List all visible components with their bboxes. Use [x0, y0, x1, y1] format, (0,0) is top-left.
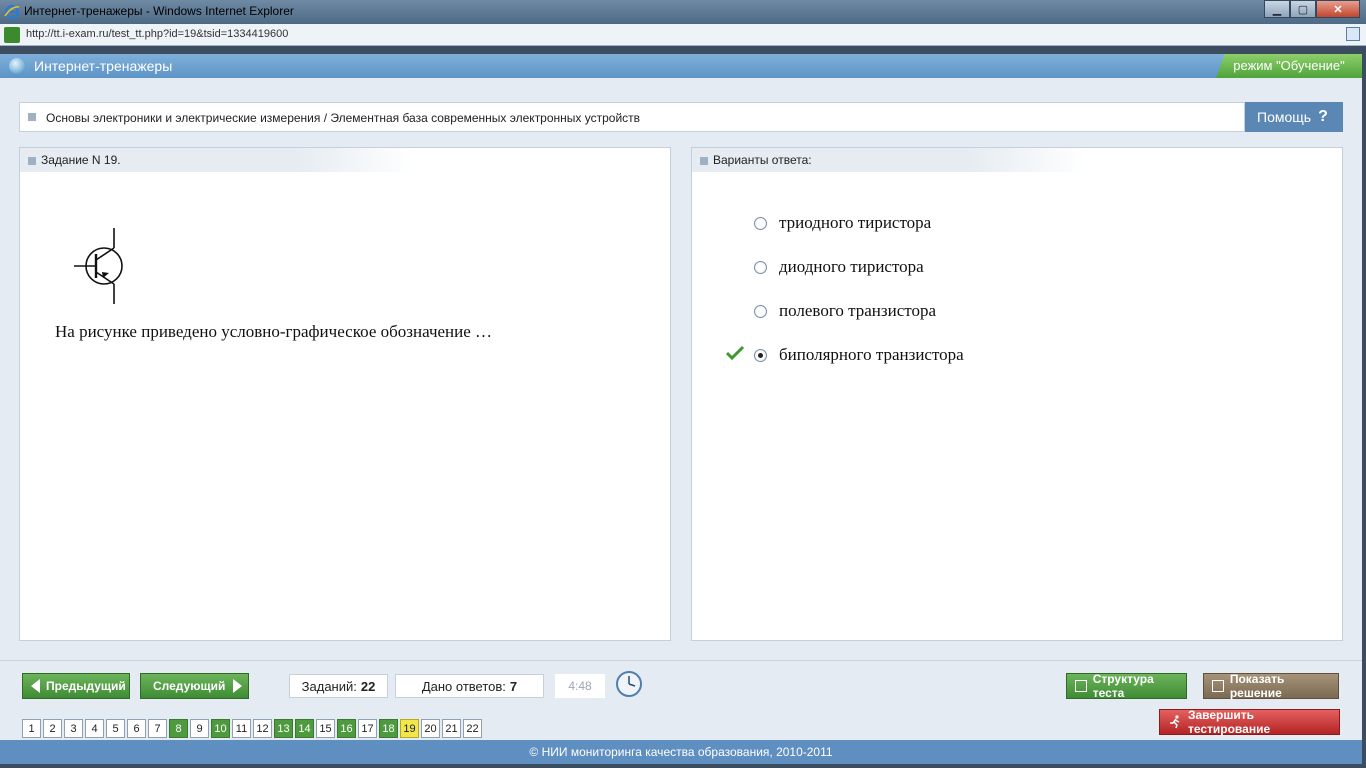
answer-option[interactable]: биполярного транзистора: [754, 344, 964, 366]
show-solution-button[interactable]: Показать решение: [1203, 672, 1339, 700]
page-button-answered[interactable]: 13: [274, 719, 293, 738]
address-bar: http://tt.i-exam.ru/test_tt.php?id=19&ts…: [0, 24, 1366, 46]
tasks-count-value: 22: [360, 678, 376, 694]
page-button[interactable]: 6: [127, 719, 146, 738]
page-button-answered[interactable]: 18: [379, 719, 398, 738]
bullet-icon: [700, 157, 708, 165]
main-content: Основы электроники и электрические измер…: [0, 78, 1362, 660]
radio-button[interactable]: [754, 260, 767, 274]
page-button[interactable]: 4: [85, 719, 104, 738]
page-button[interactable]: 20: [421, 719, 440, 738]
tasks-count-label: Заданий:: [301, 678, 357, 694]
app-logo-icon: [9, 58, 25, 74]
page-favicon-icon: [4, 27, 20, 43]
window-border: [0, 764, 1366, 768]
minimize-button[interactable]: ▁: [1264, 0, 1290, 18]
window-controls: ▁ ▢ ✕: [1264, 0, 1360, 18]
answers-panel-header: Варианты ответа:: [692, 148, 1087, 172]
list-icon: [1075, 680, 1087, 692]
tasks-count: Заданий: 22: [289, 674, 388, 698]
ie-logo-icon: [4, 4, 20, 20]
previous-button-label: Предыдущий: [46, 679, 126, 693]
next-button-label: Следующий: [153, 679, 226, 693]
radio-button-selected[interactable]: [754, 348, 767, 362]
bottom-toolbar: Предыдущий Следующий Заданий: 22 Дано от…: [0, 660, 1362, 740]
finish-test-button[interactable]: Завершить тестирование: [1159, 708, 1340, 736]
answers-heading: Варианты ответа:: [713, 153, 812, 167]
answer-label: триодного тиристора: [779, 213, 932, 232]
question-text: На рисунке приведено условно-графическое…: [55, 322, 493, 341]
page-button[interactable]: 15: [316, 719, 335, 738]
page-button[interactable]: 1: [22, 719, 41, 738]
window-border: [1362, 46, 1366, 768]
arrow-left-icon: [31, 679, 40, 693]
page-button-current[interactable]: 19: [400, 719, 419, 738]
breadcrumb: Основы электроники и электрические измер…: [19, 102, 1245, 132]
bipolar-transistor-icon: [74, 228, 123, 304]
correct-check-icon: [726, 345, 744, 361]
app-title: Интернет-тренажеры: [34, 58, 173, 74]
page-button-answered[interactable]: 14: [295, 719, 314, 738]
answers-count: Дано ответов: 7: [395, 674, 544, 698]
book-icon: [1212, 680, 1224, 692]
breadcrumb-text: Основы электроники и электрические измер…: [46, 111, 641, 125]
answers-panel: Варианты ответа: триодного тиристора дио…: [691, 147, 1343, 641]
bullet-icon: [28, 157, 36, 165]
page-button-answered[interactable]: 10: [211, 719, 230, 738]
app-header: Интернет-тренажеры режим "Обучение": [0, 54, 1362, 78]
footer-copyright: © НИИ мониторинга качества образования, …: [0, 740, 1362, 764]
help-button[interactable]: Помощь ?: [1245, 102, 1343, 132]
radio-button[interactable]: [754, 216, 767, 230]
url-field[interactable]: http://tt.i-exam.ru/test_tt.php?id=19&ts…: [26, 28, 288, 40]
page-button-answered[interactable]: 16: [337, 719, 356, 738]
answers-count-value: 7: [509, 678, 518, 694]
page-button-answered[interactable]: 8: [169, 719, 188, 738]
mode-badge: режим "Обучение": [1216, 54, 1362, 78]
close-button[interactable]: ✕: [1316, 0, 1360, 18]
radio-button[interactable]: [754, 304, 767, 318]
question-panel-header: Задание N 19.: [20, 148, 415, 172]
page-button[interactable]: 3: [64, 719, 83, 738]
window-title: Интернет-тренажеры - Windows Internet Ex…: [24, 4, 294, 18]
page-button[interactable]: 22: [463, 719, 482, 738]
next-button[interactable]: Следующий: [140, 673, 249, 699]
help-button-label: Помощь: [1257, 109, 1312, 125]
test-structure-label: Структура теста: [1092, 672, 1154, 700]
page-button[interactable]: 9: [190, 719, 209, 738]
running-man-icon: [1169, 715, 1180, 729]
answer-label: полевого транзистора: [779, 301, 937, 320]
finish-test-label: Завершить тестирование: [1187, 708, 1271, 736]
timer: 4:48: [555, 674, 605, 698]
answer-option[interactable]: диодного тиристора: [754, 256, 924, 278]
page-button[interactable]: 17: [358, 719, 377, 738]
question-heading: Задание N 19.: [41, 153, 121, 167]
clock-icon[interactable]: [615, 670, 643, 698]
test-structure-button[interactable]: Структура теста: [1066, 672, 1187, 700]
page-button[interactable]: 5: [106, 719, 125, 738]
page-button[interactable]: 11: [232, 719, 251, 738]
bullet-icon: [28, 113, 36, 121]
show-solution-label: Показать решение: [1229, 672, 1285, 700]
page-button[interactable]: 21: [442, 719, 461, 738]
help-icon: ?: [1318, 108, 1328, 125]
window-titlebar: Интернет-тренажеры - Windows Internet Ex…: [0, 0, 1366, 24]
answers-count-label: Дано ответов:: [421, 678, 506, 694]
maximize-button[interactable]: ▢: [1290, 0, 1316, 18]
answer-option[interactable]: полевого транзистора: [754, 300, 936, 322]
task-pagination: 1 2 3 4 5 6 7 8 9 10 11 12 13 14 15 16 1…: [22, 719, 484, 738]
page-button[interactable]: 7: [148, 719, 167, 738]
answer-option[interactable]: триодного тиристора: [754, 212, 931, 234]
page-button[interactable]: 2: [43, 719, 62, 738]
arrow-right-icon: [233, 679, 243, 693]
previous-button[interactable]: Предыдущий: [22, 673, 130, 699]
question-panel: Задание N 19. На рисунке приведено услов…: [19, 147, 671, 641]
answer-label: биполярного транзистора: [779, 345, 964, 364]
page-button[interactable]: 12: [253, 719, 272, 738]
compatibility-view-icon[interactable]: [1346, 27, 1360, 41]
answer-label: диодного тиристора: [779, 257, 924, 276]
